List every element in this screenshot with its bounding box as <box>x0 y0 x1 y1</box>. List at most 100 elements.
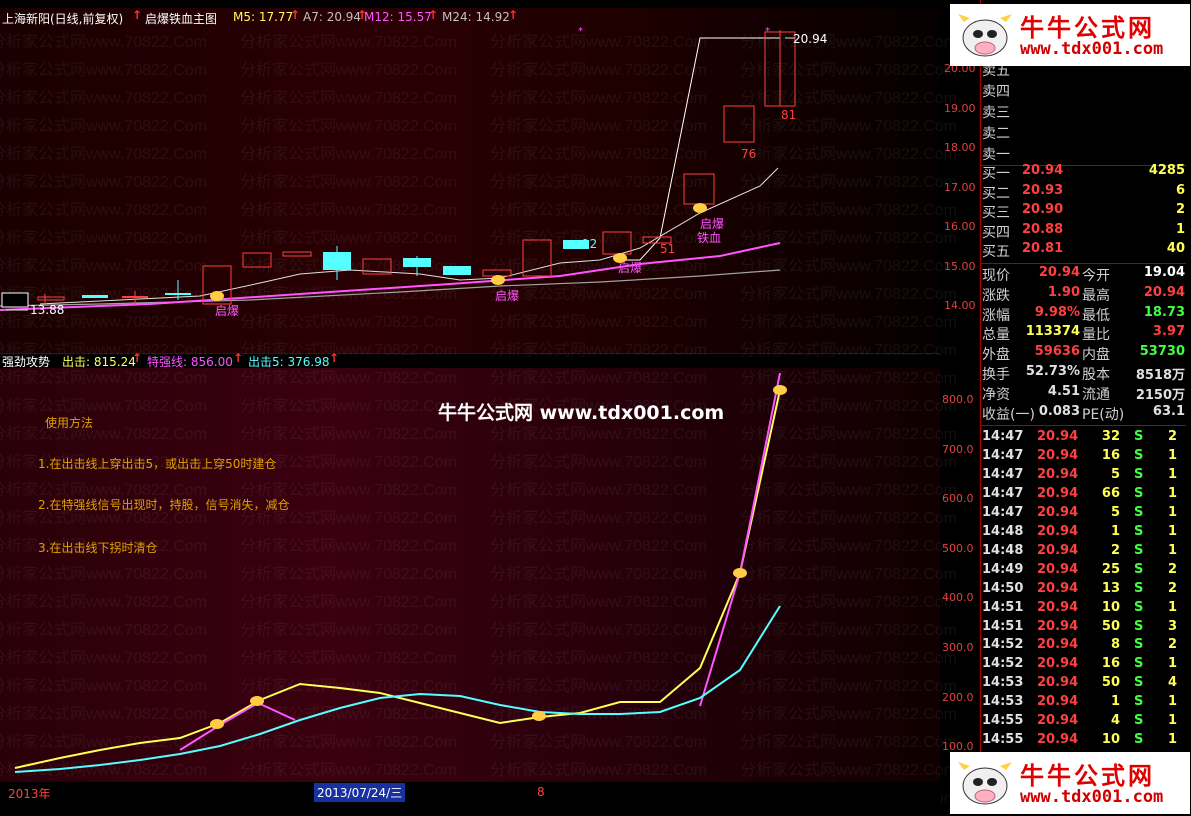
tick-row[interactable]: 14:55 20.94 10 S 1 <box>982 732 1187 751</box>
tick-side: S <box>1134 504 1144 520</box>
tick-row[interactable]: 14:55 20.94 4 S 1 <box>982 713 1187 732</box>
tick-count: 1 <box>1168 447 1178 463</box>
stat-label: 最高 <box>1082 287 1110 304</box>
tick-price: 20.94 <box>1037 580 1079 596</box>
buy-level-row: 买四 20.88 1 <box>982 222 1187 241</box>
tick-row[interactable]: 14:48 20.94 1 S 1 <box>982 524 1187 543</box>
tick-price: 20.94 <box>1037 542 1079 558</box>
stat-label: 最低 <box>1082 307 1110 324</box>
logo-title: 牛牛公式网 <box>1020 14 1155 42</box>
stat-label: 现价 <box>982 268 1010 284</box>
sell-level-label: 卖一 <box>982 147 1010 163</box>
tick-price: 20.94 <box>1037 523 1079 539</box>
tick-row[interactable]: 14:53 20.94 50 S 4 <box>982 675 1187 694</box>
tick-row[interactable]: 14:52 20.94 8 S 2 <box>982 637 1187 656</box>
tick-row[interactable]: 14:47 20.94 16 S 1 <box>982 448 1187 467</box>
tick-row[interactable]: 14:48 20.94 2 S 1 <box>982 543 1187 562</box>
tick-row[interactable]: 14:49 20.94 25 S 2 <box>982 562 1187 581</box>
buy-level-label: 买一 <box>982 166 1010 182</box>
stat-label: 总量 <box>982 327 1010 344</box>
stat-label: 流通 <box>1082 386 1110 403</box>
stat-value: 4.51 <box>1047 383 1080 399</box>
tick-price: 20.94 <box>1037 713 1079 729</box>
tick-volume: 5 <box>1110 504 1120 520</box>
candle-label: 51 <box>660 242 676 256</box>
up-arrow-icon: ↑ <box>233 351 244 365</box>
tick-volume: 50 <box>1101 618 1120 634</box>
tick-row[interactable]: 14:53 20.94 1 S 1 <box>982 694 1187 713</box>
tick-side: S <box>1134 694 1144 710</box>
tick-side: S <box>1134 599 1144 615</box>
tick-price: 20.94 <box>1037 429 1079 444</box>
tick-price: 20.94 <box>1037 466 1079 482</box>
indicator-chart[interactable] <box>0 368 940 782</box>
tick-count: 1 <box>1168 656 1178 672</box>
candle-label: 12 <box>582 237 598 251</box>
candle-label: 81 <box>781 108 797 122</box>
tick-row[interactable]: 14:47 20.94 32 S 2 <box>982 429 1187 448</box>
indicator-tick: 200.0 <box>942 690 974 704</box>
tick-time: 14:48 <box>982 542 1024 558</box>
tick-row[interactable]: 14:51 20.94 50 S 3 <box>982 619 1187 638</box>
stat-value: 2150万 <box>1135 387 1185 403</box>
buy-level-volume: 6 <box>1175 182 1185 198</box>
tick-row[interactable]: 14:47 20.94 5 S 1 <box>982 467 1187 486</box>
stat-value: 63.1 <box>1152 403 1185 419</box>
site-logo-bottom[interactable]: 牛牛公式网 www.tdx001.com <box>950 752 1190 814</box>
cow-icon <box>958 14 1012 57</box>
tick-volume: 10 <box>1101 599 1120 615</box>
tick-count: 2 <box>1168 637 1178 653</box>
cow-icon <box>958 762 1012 805</box>
price-tick: 15.00 <box>944 259 976 273</box>
stat-label: 量比 <box>1082 327 1110 344</box>
tick-volume: 32 <box>1101 429 1120 444</box>
tick-row[interactable]: 14:47 20.94 5 S 1 <box>982 505 1187 524</box>
stat-value: 18.73 <box>1143 304 1185 320</box>
year-label: 2013年 <box>8 787 51 801</box>
stat-value: 9.98% <box>1034 304 1080 320</box>
stat-value: 20.94 <box>1038 265 1080 280</box>
tick-count: 1 <box>1168 523 1178 539</box>
tick-count: 2 <box>1168 561 1178 577</box>
tick-price: 20.94 <box>1037 504 1079 520</box>
stat-row: 外盘 59636 内盘 53730 <box>982 344 1187 363</box>
tick-side: S <box>1134 447 1144 463</box>
tick-price: 20.94 <box>1037 694 1079 710</box>
tick-price: 20.94 <box>1037 732 1079 748</box>
usage-line-2: 2.在特强线信号出现时，持股，信号消失，减仓 <box>38 498 290 512</box>
candlestick-chart[interactable]: * * <box>0 8 940 353</box>
tick-side: S <box>1134 637 1144 653</box>
price-tick: 18.00 <box>944 141 976 154</box>
site-logo-top[interactable]: 牛牛公式网 www.tdx001.com <box>950 4 1190 66</box>
time-axis-bar <box>0 782 940 816</box>
cursor-date: 2013/07/24/三 <box>314 783 406 802</box>
divider-line <box>980 425 1186 426</box>
tick-side: S <box>1134 732 1144 748</box>
tick-row[interactable]: 14:50 20.94 13 S 2 <box>982 581 1187 600</box>
tick-side: S <box>1134 523 1144 539</box>
tick-price: 20.94 <box>1037 447 1079 463</box>
stat-label: 内盘 <box>1082 347 1110 364</box>
stat-value: 1.90 <box>1047 284 1080 300</box>
tick-count: 1 <box>1168 504 1178 520</box>
tick-side: S <box>1134 485 1144 501</box>
tick-row[interactable]: 14:52 20.94 16 S 1 <box>982 656 1187 675</box>
sell-level-row: 卖一 <box>982 144 1187 163</box>
buy-level-row: 买五 20.81 40 <box>982 241 1187 260</box>
tick-price: 20.94 <box>1037 618 1079 634</box>
stat-row: 净资 4.51 流通 2150万 <box>982 384 1187 403</box>
stat-row: 总量 113374 量比 3.97 <box>982 324 1187 343</box>
stat-label: 换手 <box>982 367 1010 383</box>
stat-row: 换手 52.73% 股本 8518万 <box>982 364 1187 383</box>
buy-level-label: 买五 <box>982 244 1010 260</box>
price-tick: 17.00 <box>944 180 976 194</box>
tick-time: 14:55 <box>982 713 1024 729</box>
tick-volume: 8 <box>1110 637 1120 653</box>
sell-level-label: 卖三 <box>982 105 1010 121</box>
high-price-label: 20.94 <box>793 32 828 46</box>
ma7-line <box>39 167 779 305</box>
tick-time: 14:51 <box>982 618 1024 634</box>
tick-row[interactable]: 14:51 20.94 10 S 1 <box>982 600 1187 619</box>
indicator-tick: 800.0 <box>942 393 974 406</box>
tick-row[interactable]: 14:47 20.94 66 S 1 <box>982 486 1187 505</box>
